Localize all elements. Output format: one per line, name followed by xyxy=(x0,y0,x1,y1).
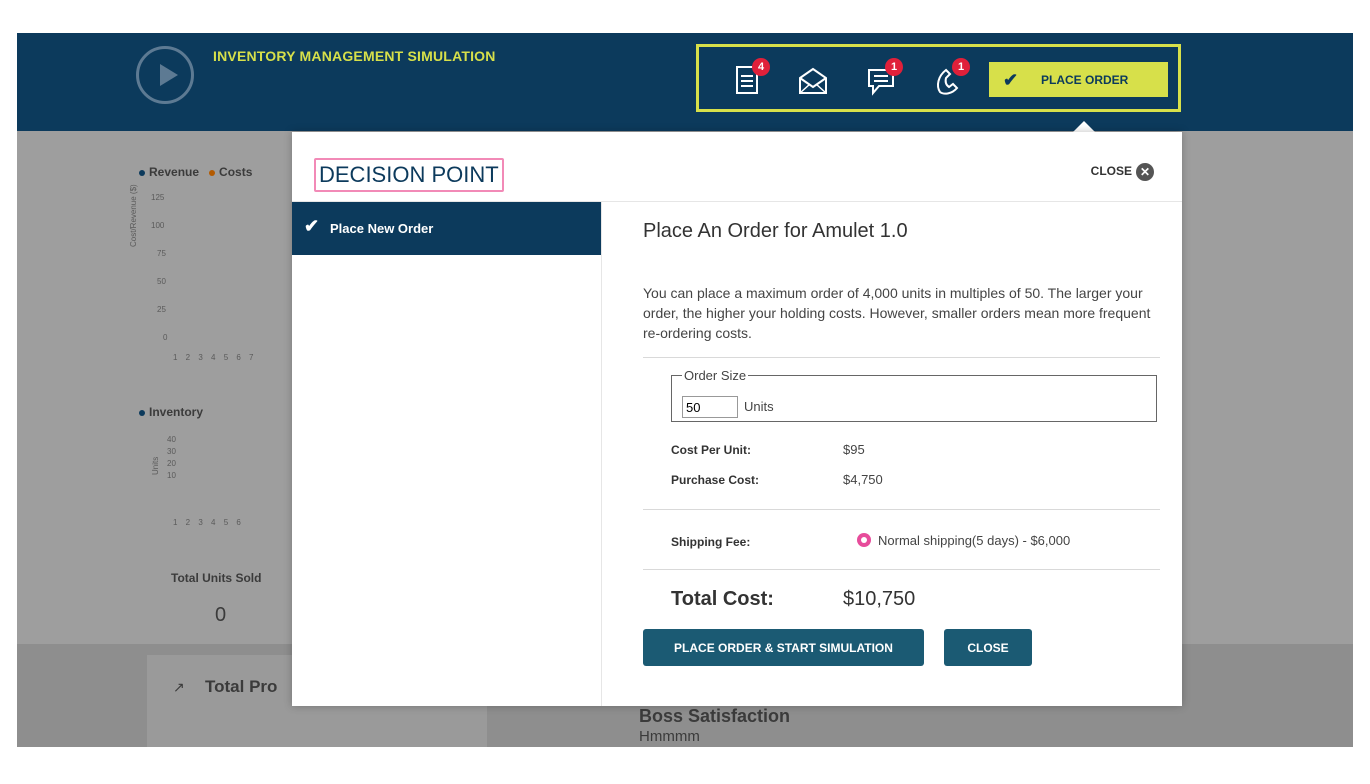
chart2-legend: Inventory xyxy=(139,405,203,419)
top-bar: INVENTORY MANAGEMENT SIMULATION 4 1 1 ✔ … xyxy=(17,33,1353,131)
shipping-fee-label: Shipping Fee: xyxy=(671,535,751,549)
sidebar-item-label: Place New Order xyxy=(330,221,434,236)
y-tick: 25 xyxy=(157,305,166,314)
popover-caret xyxy=(1073,121,1095,132)
toolbar: 4 1 1 ✔ PLACE ORDER xyxy=(696,44,1181,112)
place-order-label: PLACE ORDER xyxy=(1041,73,1129,87)
modal-sidebar: ✔ Place New Order xyxy=(292,202,602,706)
total-profit-label: Total Pro xyxy=(205,677,278,696)
document-icon[interactable]: 4 xyxy=(732,58,770,98)
order-heading: Place An Order for Amulet 1.0 xyxy=(643,220,908,242)
divider xyxy=(643,509,1160,510)
y-tick: 100 xyxy=(151,221,165,230)
legend-costs: Costs xyxy=(219,165,253,179)
cost-per-unit-label: Cost Per Unit: xyxy=(671,443,752,457)
y-tick: 20 xyxy=(167,459,176,468)
shipping-option-label: Normal shipping(5 days) - $6,000 xyxy=(878,533,1071,548)
cost-per-unit-value: $95 xyxy=(843,442,865,457)
place-order-start-button[interactable]: PLACE ORDER & START SIMULATION xyxy=(643,629,924,666)
divider xyxy=(643,357,1160,358)
order-size-legend: Order Size xyxy=(684,368,747,383)
documents-badge: 4 xyxy=(752,58,770,76)
close-button[interactable]: CLOSE xyxy=(944,629,1032,666)
mail-icon[interactable] xyxy=(796,64,830,98)
y-tick: 125 xyxy=(151,193,165,202)
legend-revenue: Revenue xyxy=(149,165,200,179)
app-title: INVENTORY MANAGEMENT SIMULATION xyxy=(213,48,496,64)
total-cost-value: $10,750 xyxy=(843,588,916,610)
play-icon[interactable] xyxy=(136,46,194,104)
purchase-cost-label: Purchase Cost: xyxy=(671,473,760,487)
close-icon: ✕ xyxy=(1136,163,1154,181)
decision-point-modal: DECISION POINT CLOSE ✕ ✔ Place New Order … xyxy=(292,132,1182,706)
trend-icon: ↗ xyxy=(173,679,185,695)
total-units-sold-label: Total Units Sold xyxy=(171,571,262,585)
chart2-xticks: 1 2 3 4 5 6 xyxy=(173,518,244,527)
divider xyxy=(643,569,1160,570)
chart1-xticks: 1 2 3 4 5 6 7 xyxy=(173,353,257,362)
chart2-ylabel: Units xyxy=(151,456,160,475)
order-size-input[interactable] xyxy=(682,396,738,418)
boss-satisfaction-value: Hmmmm xyxy=(639,728,700,745)
chat-icon[interactable]: 1 xyxy=(865,58,903,98)
chat-badge: 1 xyxy=(885,58,903,76)
boss-satisfaction-label: Boss Satisfaction xyxy=(639,706,791,726)
place-order-button[interactable]: ✔ PLACE ORDER xyxy=(989,62,1168,97)
order-description: You can place a maximum order of 4,000 u… xyxy=(643,285,1151,341)
modal-title: DECISION POINT xyxy=(314,158,504,192)
y-tick: 75 xyxy=(157,249,166,258)
y-tick: 50 xyxy=(157,277,166,286)
y-tick: 30 xyxy=(167,447,176,456)
checkmark-icon: ✔ xyxy=(304,216,320,236)
purchase-cost-value: $4,750 xyxy=(843,472,883,487)
legend-inventory: Inventory xyxy=(149,405,204,419)
close-modal-button[interactable]: CLOSE ✕ xyxy=(1091,163,1154,181)
total-cost-label: Total Cost: xyxy=(671,588,774,610)
shipping-radio[interactable] xyxy=(857,533,871,547)
chart1-ylabel: Cost/Revenue ($) xyxy=(129,184,138,247)
total-units-sold-value: 0 xyxy=(215,604,227,626)
units-label: Units xyxy=(744,399,774,414)
y-tick: 10 xyxy=(167,471,176,480)
chart1-legend: Revenue Costs xyxy=(139,165,252,179)
order-size-group: Order Size Units xyxy=(671,368,1157,422)
close-label: CLOSE xyxy=(1090,164,1132,179)
checkmark-icon: ✔ xyxy=(1003,70,1019,90)
phone-icon[interactable]: 1 xyxy=(932,58,970,98)
y-tick: 40 xyxy=(167,435,176,444)
y-tick: 0 xyxy=(163,333,168,342)
phone-badge: 1 xyxy=(952,58,970,76)
sidebar-item-place-new-order[interactable]: ✔ Place New Order xyxy=(292,202,601,255)
